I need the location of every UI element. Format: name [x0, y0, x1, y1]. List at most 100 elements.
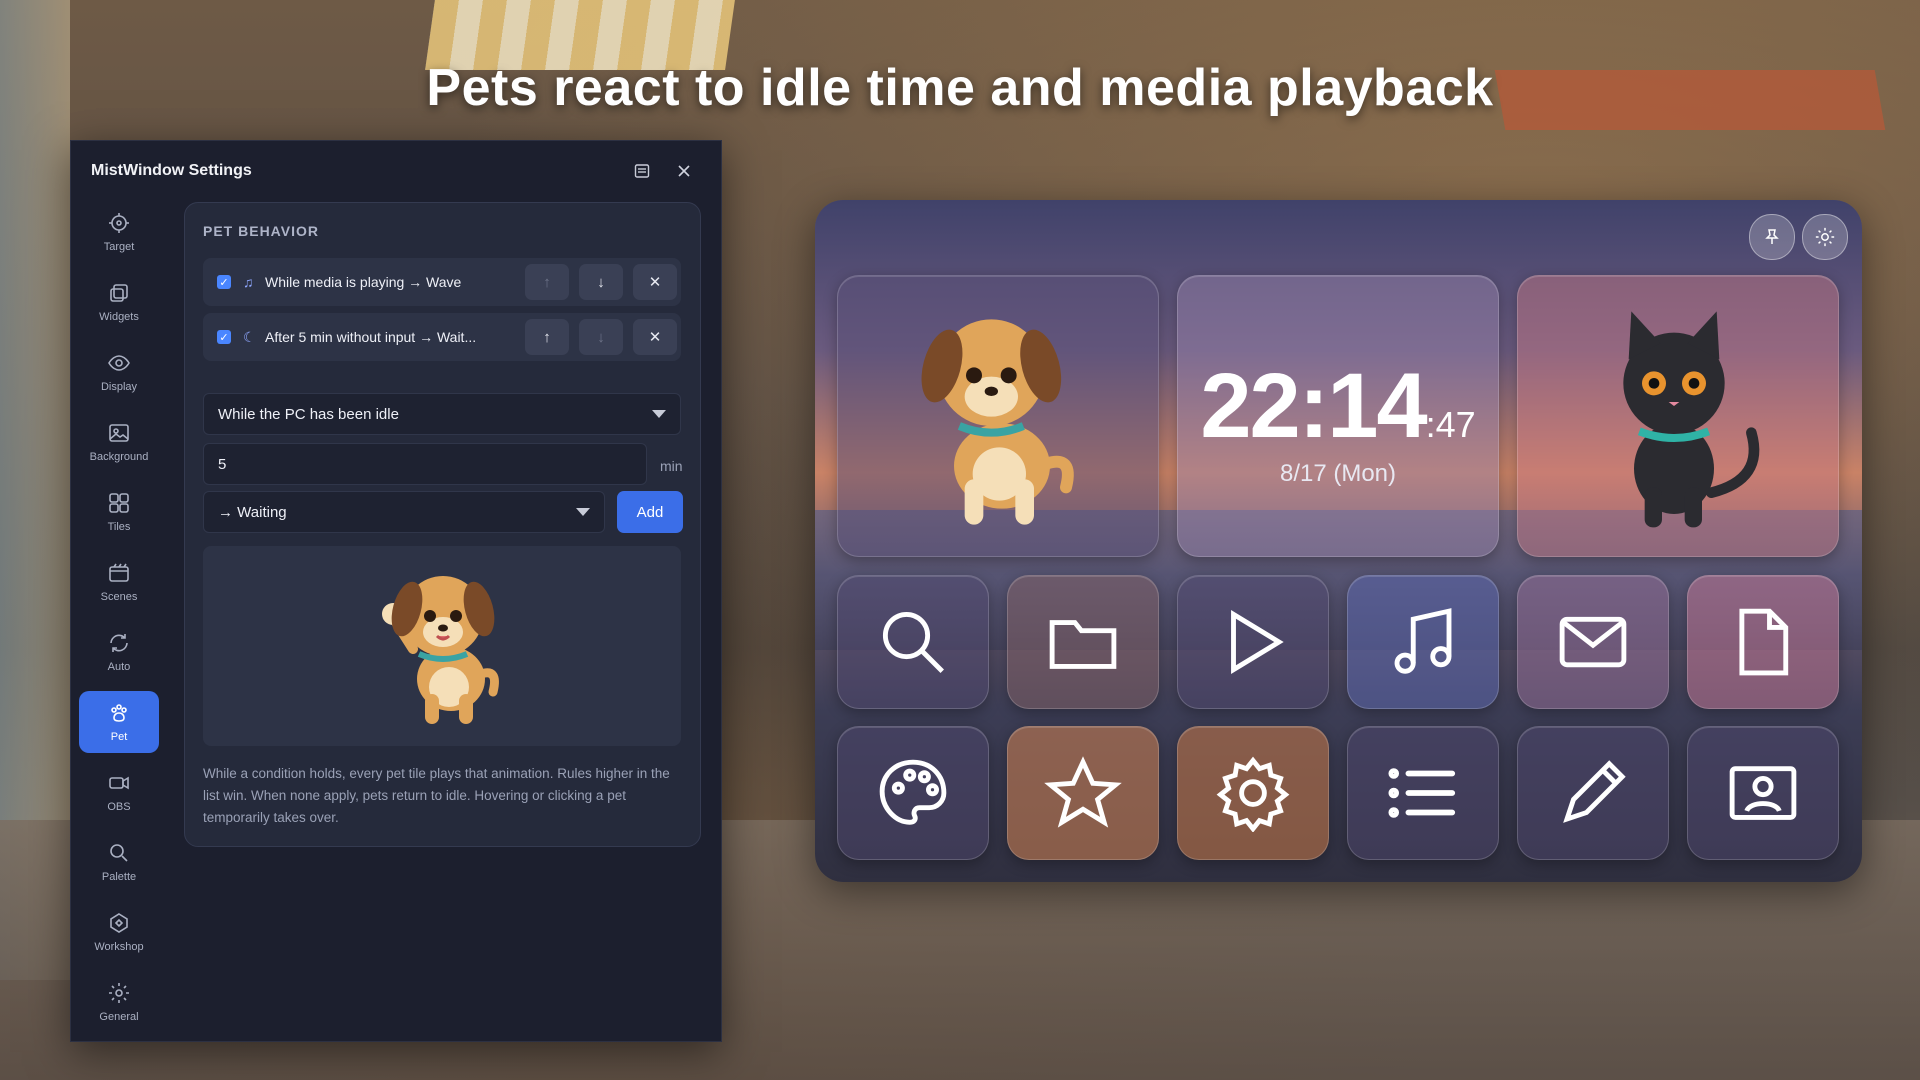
play-icon: [1231, 610, 1284, 674]
search-tile[interactable]: [837, 575, 989, 709]
music-note-icon: ♫: [243, 274, 254, 290]
scenes-icon: [109, 563, 129, 582]
camera-icon: [109, 776, 129, 790]
music-tile[interactable]: [1347, 575, 1499, 709]
board-settings-button[interactable]: [1802, 214, 1848, 260]
sidebar-item-general[interactable]: General: [79, 971, 159, 1033]
sidebar-item-label: Palette: [101, 871, 137, 883]
dog-pet-illustration: [382, 576, 499, 724]
sidebar-item-label: Pet: [110, 731, 128, 743]
sidebar-item-target[interactable]: Target: [79, 201, 159, 263]
title-bar: MistWindow Settings: [71, 141, 721, 201]
move-down-button[interactable]: ↓: [579, 264, 623, 300]
sidebar-item-widgets[interactable]: Widgets: [79, 271, 159, 333]
rule-label: While media is playing → Wave: [265, 274, 462, 290]
sidebar-item-label: Widgets: [99, 311, 139, 323]
minutes-input[interactable]: 5: [203, 443, 647, 485]
add-rule-button[interactable]: Add: [617, 491, 683, 533]
pencil-tile[interactable]: [1517, 726, 1669, 860]
sidebar-item-background[interactable]: Background: [79, 411, 159, 473]
widgets-icon: [110, 284, 128, 302]
move-down-button[interactable]: ↓: [579, 319, 623, 355]
sidebar-nav: Target Widgets Display Background Tiles …: [79, 201, 159, 1041]
move-up-button[interactable]: ↑: [525, 319, 569, 355]
mail-tile[interactable]: [1517, 575, 1669, 709]
sidebar-item-pet[interactable]: Pet: [79, 691, 159, 753]
compact-mode-icon[interactable]: [625, 154, 659, 188]
rule-row: ✓ ☾ After 5 min without input → Wait... …: [203, 313, 681, 361]
sidebar-item-label: Background: [89, 451, 149, 463]
sidebar-item-palette[interactable]: Palette: [79, 831, 159, 893]
clock-seconds: :47: [1425, 404, 1476, 445]
close-icon[interactable]: [667, 154, 701, 188]
settings-tile[interactable]: [1177, 726, 1329, 860]
workshop-icon: [110, 913, 128, 933]
cat-pet-illustration: [1623, 311, 1760, 528]
sidebar-item-label: Workshop: [94, 941, 144, 953]
palette-tile[interactable]: [837, 726, 989, 860]
dog-pet-tile[interactable]: [837, 275, 1159, 557]
animation-select[interactable]: → Waiting: [203, 491, 605, 533]
sidebar-item-obs[interactable]: OBS: [79, 761, 159, 823]
sidebar-item-label: Display: [100, 381, 138, 393]
sidebar-item-label: Target: [103, 241, 135, 253]
document-icon: [1739, 608, 1789, 676]
list-tile[interactable]: [1347, 726, 1499, 860]
image-icon: [109, 424, 129, 442]
window-title: MistWindow Settings: [91, 162, 252, 179]
chevron-down-icon: [652, 410, 666, 418]
move-up-button[interactable]: ↑: [525, 264, 569, 300]
pin-button[interactable]: [1749, 214, 1795, 260]
rule-checkbox[interactable]: ✓: [217, 275, 231, 289]
star-tile[interactable]: [1007, 726, 1159, 860]
sidebar-item-auto[interactable]: Auto: [79, 621, 159, 683]
sidebar-item-display[interactable]: Display: [79, 341, 159, 403]
condition-select[interactable]: While the PC has been idle: [203, 393, 681, 435]
condition-select-value: While the PC has been idle: [218, 405, 399, 423]
clock-tile[interactable]: 22:14:47 8/17 (Mon): [1177, 275, 1499, 557]
music-icon: [1394, 608, 1452, 674]
pet-behavior-panel: PET BEHAVIOR ✓ ♫ While media is playing …: [184, 202, 701, 847]
folder-icon: [1049, 620, 1117, 669]
gear-icon: [1815, 227, 1835, 247]
eye-icon: [108, 355, 130, 371]
gear-icon: [1216, 756, 1290, 832]
rule-checkbox[interactable]: ✓: [217, 330, 231, 344]
clock-hours-minutes: 22:14: [1200, 355, 1427, 457]
background-scenery: [0, 0, 70, 980]
chevron-down-icon: [576, 508, 590, 516]
folder-tile[interactable]: [1007, 575, 1159, 709]
play-tile[interactable]: [1177, 575, 1329, 709]
sidebar-item-workshop[interactable]: Workshop: [79, 901, 159, 963]
pet-preview: [203, 546, 681, 746]
sidebar-item-tiles[interactable]: Tiles: [79, 481, 159, 543]
minutes-value: 5: [218, 455, 227, 473]
gear-icon: [109, 983, 129, 1003]
delete-rule-button[interactable]: ✕: [633, 319, 677, 355]
pin-icon: [1765, 229, 1779, 244]
settings-window: MistWindow Settings Target Widgets Displ…: [70, 140, 722, 1042]
star-icon: [1044, 756, 1122, 828]
delete-rule-button[interactable]: ✕: [633, 264, 677, 300]
mail-icon: [1559, 616, 1627, 668]
sidebar-item-scenes[interactable]: Scenes: [79, 551, 159, 613]
target-icon: [109, 213, 129, 233]
id-card-tile[interactable]: [1687, 726, 1839, 860]
sidebar-item-label: General: [99, 1011, 139, 1023]
cat-pet-tile[interactable]: [1517, 275, 1839, 557]
clock-date: 8/17 (Mon): [1279, 460, 1397, 487]
headline: Pets react to idle time and media playba…: [426, 59, 1494, 117]
list-icon: [1388, 768, 1456, 818]
id-card-icon: [1729, 766, 1797, 820]
refresh-icon: [110, 634, 128, 652]
sidebar-item-label: Tiles: [107, 521, 131, 533]
sidebar-item-label: Auto: [107, 661, 131, 673]
widget-board: 22:14:47 8/17 (Mon): [815, 200, 1862, 882]
dog-pet-illustration: [921, 319, 1074, 525]
document-tile[interactable]: [1687, 575, 1839, 709]
paw-icon: [111, 704, 127, 722]
sleep-icon: ☾: [243, 329, 256, 345]
animation-select-value: → Waiting: [218, 503, 287, 521]
sidebar-item-label: OBS: [107, 801, 131, 813]
rule-label: After 5 min without input → Wait...: [265, 329, 477, 345]
